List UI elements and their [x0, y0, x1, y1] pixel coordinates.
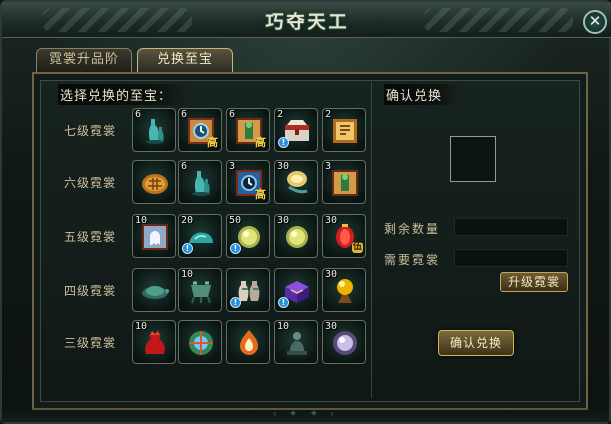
- treasure-row: 四级霓裳 10!! 30: [48, 268, 368, 316]
- treasure-slot[interactable]: 30: [322, 268, 366, 312]
- row-label: 四级霓裳: [63, 284, 116, 298]
- item-count: 2: [325, 109, 332, 120]
- item-count: 6: [181, 161, 188, 172]
- treasure-slot[interactable]: 10: [132, 214, 176, 258]
- item-count: 10: [135, 321, 148, 332]
- turtle-shell-icon: [139, 167, 171, 199]
- item-count: 10: [135, 215, 148, 226]
- alert-icon: !: [230, 243, 241, 254]
- treasure-slot[interactable]: 2!: [274, 108, 318, 152]
- treasure-row: 五级霓裳 10 20! 50! 30 30 伍: [48, 214, 368, 262]
- item-count: 3: [325, 161, 332, 172]
- treasure-slot[interactable]: [132, 268, 176, 312]
- close-icon[interactable]: ✕: [583, 10, 607, 34]
- item-count: 30: [325, 321, 338, 332]
- treasure-slot[interactable]: 6: [178, 160, 222, 204]
- treasure-slot[interactable]: 6: [132, 108, 176, 152]
- treasure-row: 六级霓裳 6 3 高 30 3: [48, 160, 368, 208]
- treasure-slot[interactable]: 6高: [178, 108, 222, 152]
- treasure-slot[interactable]: !: [274, 268, 318, 312]
- crafting-window: 巧夺天工 ✕ 霓裳升品阶 兑换至宝 选择兑换的至宝： 七级霓裳 6 6 高 6 高 2! 2 六…: [0, 0, 611, 424]
- treasure-slot[interactable]: 6高: [226, 108, 270, 152]
- item-count: 6: [229, 109, 236, 120]
- bronze-turtle-icon: [139, 275, 171, 307]
- item-count: 10: [181, 269, 194, 280]
- panel-divider: [371, 82, 372, 398]
- treasure-slot[interactable]: [178, 320, 222, 364]
- footer-ornament: ‹ ✦ ✦ ›: [2, 406, 609, 422]
- treasure-slot[interactable]: 50!: [226, 214, 270, 258]
- title-bar[interactable]: 巧夺天工 ✕: [2, 2, 611, 38]
- treasure-slot[interactable]: 10: [132, 320, 176, 364]
- treasure-slot[interactable]: [132, 160, 176, 204]
- item-count: 30: [277, 161, 290, 172]
- treasure-slot[interactable]: 10: [274, 320, 318, 364]
- alert-icon: !: [278, 137, 289, 148]
- treasure-slot[interactable]: 30: [322, 320, 366, 364]
- remaining-label: 剩余数量: [384, 222, 441, 236]
- tab-exchange-treasure[interactable]: 兑换至宝: [137, 48, 233, 72]
- confirm-exchange-button[interactable]: 确认兑换: [438, 330, 514, 356]
- row-label: 五级霓裳: [63, 230, 116, 244]
- row-label: 三级霓裳: [63, 336, 116, 350]
- select-panel: 选择兑换的至宝： 七级霓裳 6 6 高 6 高 2! 2 六级霓裳 6 3 高 30 3 五级霓裳 10 20!…: [38, 78, 368, 404]
- required-value: [454, 249, 568, 267]
- select-panel-title: 选择兑换的至宝：: [58, 84, 191, 105]
- item-count: 50: [229, 215, 242, 226]
- golden-scroll-icon: [329, 115, 361, 147]
- fire-crystal-icon: [233, 327, 265, 359]
- treasure-slot[interactable]: [226, 320, 270, 364]
- alert-icon: !: [182, 243, 193, 254]
- remaining-value: [454, 218, 568, 236]
- treasure-row: 七级霓裳 6 6 高 6 高 2! 2: [48, 108, 368, 156]
- confirm-panel-title: 确认兑换: [384, 84, 461, 105]
- item-tag: 高: [255, 188, 266, 201]
- row-label: 六级霓裳: [63, 176, 116, 190]
- window-title: 巧夺天工: [265, 12, 350, 33]
- treasure-slot[interactable]: 30: [274, 160, 318, 204]
- selected-item-slot[interactable]: [450, 136, 496, 182]
- tab-upgrade-grade[interactable]: 霓裳升品阶: [36, 48, 132, 72]
- treasure-slot[interactable]: 20!: [178, 214, 222, 258]
- item-count: 3: [229, 161, 236, 172]
- alert-icon: !: [278, 297, 289, 308]
- item-tag: 高: [207, 136, 218, 149]
- item-tag: 伍: [351, 242, 363, 253]
- treasure-slot[interactable]: 30: [274, 214, 318, 258]
- jade-vase-icon: [185, 167, 217, 199]
- item-count: 2: [277, 109, 284, 120]
- item-count: 30: [325, 269, 338, 280]
- item-tag: 高: [255, 136, 266, 149]
- item-count: 10: [277, 321, 290, 332]
- treasure-slot[interactable]: 3高: [226, 160, 270, 204]
- treasure-slot[interactable]: 10: [178, 268, 222, 312]
- treasure-row: 三级霓裳 10 10 30: [48, 320, 368, 368]
- item-count: 30: [325, 215, 338, 226]
- item-count: 30: [277, 215, 290, 226]
- treasure-slot[interactable]: 3: [322, 160, 366, 204]
- green-figure-scroll-icon: [329, 167, 361, 199]
- treasure-slot[interactable]: !: [226, 268, 270, 312]
- magic-globe-icon: [185, 327, 217, 359]
- row-label: 七级霓裳: [63, 124, 116, 138]
- required-label: 需要霓裳: [384, 253, 441, 267]
- item-count: 6: [181, 109, 188, 120]
- treasure-slot[interactable]: 2: [322, 108, 366, 152]
- item-count: 6: [135, 109, 142, 120]
- alert-icon: !: [230, 297, 241, 308]
- jade-vase-icon: [139, 115, 171, 147]
- item-count: 20: [181, 215, 194, 226]
- upgrade-button[interactable]: 升级霓裳: [500, 272, 568, 292]
- confirm-panel: 确认兑换 剩余数量 需要霓裳 升级霓裳 确认兑换: [374, 78, 580, 404]
- treasure-slot[interactable]: 30 伍: [322, 214, 366, 258]
